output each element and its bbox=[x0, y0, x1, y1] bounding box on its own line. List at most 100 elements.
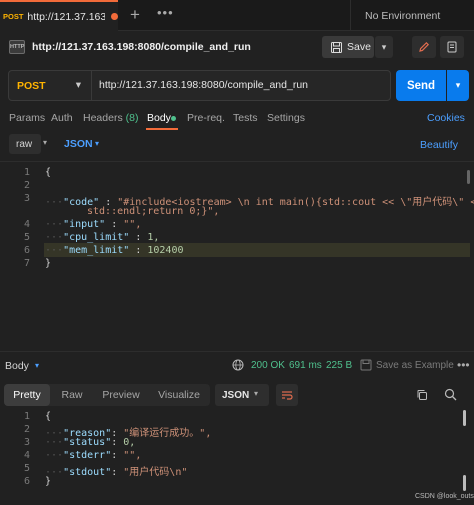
line-number: 6 bbox=[23, 476, 30, 487]
code-number: 0, bbox=[123, 437, 136, 448]
globe-icon[interactable] bbox=[232, 359, 244, 371]
response-body-label[interactable]: Body bbox=[5, 360, 29, 372]
tab-auth[interactable]: Auth bbox=[51, 112, 73, 124]
tab-headers[interactable]: Headers (8) bbox=[83, 112, 138, 124]
save-icon bbox=[331, 41, 342, 53]
tab-pretty[interactable]: Pretty bbox=[4, 384, 50, 406]
code-key: "mem_limit" bbox=[63, 245, 130, 256]
response-time[interactable]: 691 ms bbox=[289, 360, 322, 371]
request-title: http://121.37.163.198:8080/compile_and_r… bbox=[32, 41, 251, 53]
response-line: ···"status": 0, bbox=[45, 437, 136, 448]
headers-count-badge: (8) bbox=[125, 112, 139, 124]
beautify-button[interactable]: Beautify bbox=[420, 139, 458, 151]
code-brace: } bbox=[45, 258, 52, 269]
response-format-select[interactable]: JSON bbox=[215, 384, 269, 406]
editor-scrollbar[interactable] bbox=[467, 170, 470, 184]
code-brace: } bbox=[45, 476, 52, 487]
save-options-chevron-down-icon[interactable]: ▾ bbox=[375, 36, 393, 58]
tab-method-label: POST bbox=[3, 12, 24, 21]
code-string: "", bbox=[123, 450, 142, 461]
code-line: ···"mem_limit" : 102400 bbox=[45, 245, 184, 256]
code-line: ···"input" : "", bbox=[45, 219, 142, 230]
tab-prereq[interactable]: Pre-req. bbox=[187, 112, 225, 124]
code-string: "编译运行成功。", bbox=[123, 428, 212, 439]
body-mode-select[interactable]: raw bbox=[9, 134, 41, 154]
line-number: 3 bbox=[23, 437, 30, 448]
body-language-chevron-down-icon[interactable]: ▾ bbox=[95, 139, 99, 148]
response-more-button[interactable]: ••• bbox=[457, 358, 470, 372]
body-mode-label: raw bbox=[16, 138, 33, 150]
send-options-chevron-down-icon[interactable]: ▾ bbox=[447, 70, 469, 101]
code-key: "input" bbox=[63, 219, 106, 230]
line-number: 5 bbox=[23, 232, 30, 243]
tab-raw[interactable]: Raw bbox=[52, 384, 92, 406]
tab-settings[interactable]: Settings bbox=[267, 112, 305, 124]
code-string: "", bbox=[123, 219, 142, 230]
edit-pencil-button[interactable] bbox=[412, 36, 436, 58]
request-tab-active[interactable]: POST http://121.37.163.198:8080/compile_… bbox=[0, 0, 118, 31]
save-as-example-button[interactable]: Save as Example bbox=[376, 360, 454, 371]
response-line: ···"stderr": "", bbox=[45, 450, 142, 461]
tab-url-label: http://121.37.163.198:8080/compile_and_r… bbox=[27, 10, 106, 23]
code-string: std::endl;return 0;}", bbox=[87, 206, 220, 217]
tab-preview[interactable]: Preview bbox=[95, 384, 147, 406]
line-number: 1 bbox=[23, 411, 30, 422]
tab-body[interactable]: Body bbox=[147, 112, 171, 124]
status-badge[interactable]: 200 OK bbox=[251, 360, 285, 371]
method-select[interactable]: POST ▾ bbox=[8, 70, 92, 101]
http-request-icon: HTTP bbox=[9, 40, 25, 54]
tab-tests[interactable]: Tests bbox=[233, 112, 258, 124]
method-chevron-down-icon: ▾ bbox=[75, 79, 81, 91]
new-tab-button[interactable]: + bbox=[130, 6, 140, 23]
response-line: ···"stdout": "用户代码\n" bbox=[45, 467, 188, 478]
code-number: 102400 bbox=[147, 245, 184, 256]
document-icon bbox=[447, 41, 457, 53]
line-number: 6 bbox=[23, 245, 30, 256]
response-body-chevron-down-icon[interactable]: ▾ bbox=[35, 361, 39, 370]
code-line: } bbox=[45, 258, 51, 269]
response-scrollbar[interactable] bbox=[463, 475, 466, 491]
tab-headers-label: Headers bbox=[83, 112, 123, 124]
watermark: CSDN @look_outs bbox=[415, 493, 474, 500]
environment-select[interactable]: No Environment bbox=[350, 0, 474, 31]
wrap-lines-button[interactable] bbox=[276, 384, 298, 406]
response-line: { bbox=[45, 411, 51, 422]
line-number: 4 bbox=[23, 219, 30, 230]
code-brace: { bbox=[45, 167, 52, 178]
wrap-lines-icon bbox=[282, 391, 293, 400]
pencil-icon bbox=[419, 41, 430, 52]
line-number: 2 bbox=[23, 180, 30, 191]
body-mode-chevron-down-icon[interactable]: ▾ bbox=[43, 138, 47, 147]
cookies-link[interactable]: Cookies bbox=[427, 112, 465, 124]
line-number: 3 bbox=[23, 193, 30, 204]
pane-divider[interactable] bbox=[0, 351, 474, 352]
line-number: 7 bbox=[23, 258, 30, 269]
url-input[interactable]: http://121.37.163.198:8080/compile_and_r… bbox=[99, 79, 308, 91]
response-size[interactable]: 225 B bbox=[326, 360, 352, 371]
body-language-select[interactable]: JSON bbox=[64, 138, 93, 150]
line-number: 5 bbox=[23, 463, 30, 474]
tab-more-button[interactable]: ••• bbox=[157, 5, 174, 20]
tab-visualize[interactable]: Visualize bbox=[151, 384, 207, 406]
code-line: ···"cpu_limit" : 1, bbox=[45, 232, 160, 243]
save-label: Save bbox=[347, 41, 371, 53]
line-number: 1 bbox=[23, 167, 30, 178]
code-brace: { bbox=[45, 411, 52, 422]
documentation-button[interactable] bbox=[440, 36, 464, 58]
response-format-label: JSON bbox=[222, 389, 250, 401]
tab-params[interactable]: Params bbox=[9, 112, 45, 124]
code-key: "status" bbox=[63, 437, 112, 448]
save-button[interactable]: Save bbox=[322, 36, 374, 58]
response-format-chevron-down-icon[interactable]: ▾ bbox=[254, 389, 258, 398]
search-icon[interactable] bbox=[444, 388, 457, 401]
unsaved-dot-icon bbox=[111, 13, 118, 20]
code-line: { bbox=[45, 167, 51, 178]
code-line: std::endl;return 0;}", bbox=[87, 206, 219, 217]
response-scrollbar[interactable] bbox=[463, 410, 466, 426]
send-button[interactable]: Send bbox=[396, 70, 446, 101]
environment-label: No Environment bbox=[365, 9, 441, 22]
code-key: "stderr" bbox=[63, 450, 112, 461]
copy-icon[interactable] bbox=[416, 389, 428, 401]
method-label: POST bbox=[17, 79, 46, 92]
code-key: "cpu_limit" bbox=[63, 232, 130, 243]
